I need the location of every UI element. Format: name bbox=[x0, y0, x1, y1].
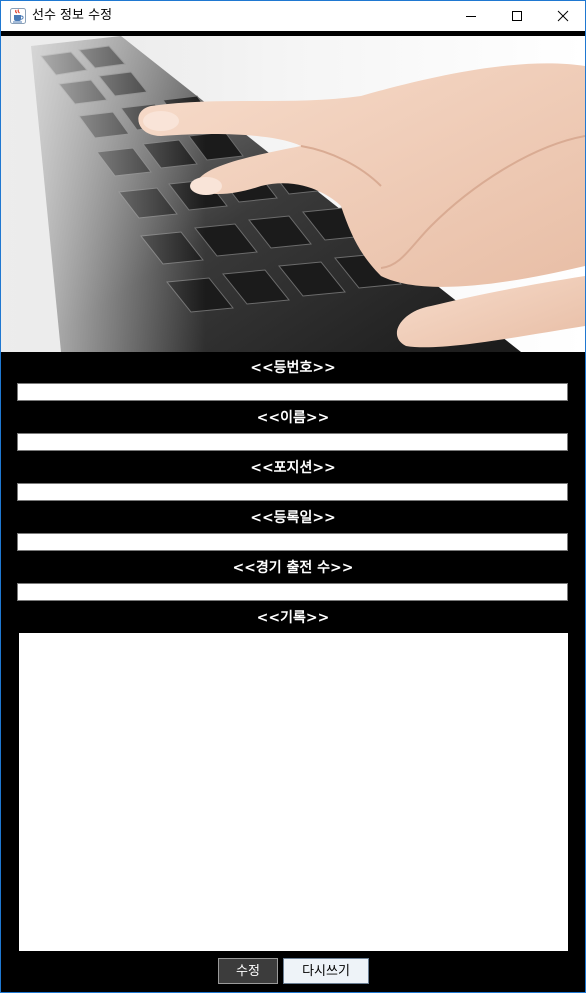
name-field[interactable] bbox=[17, 433, 568, 453]
minimize-button[interactable] bbox=[448, 1, 494, 31]
label-position: <<포지션>> bbox=[250, 460, 336, 476]
close-button[interactable] bbox=[540, 1, 585, 31]
edit-button[interactable]: 수정 bbox=[218, 958, 278, 984]
label-jersey-number: <<등번호>> bbox=[250, 360, 336, 376]
name-input[interactable] bbox=[18, 437, 567, 453]
java-cup-icon bbox=[10, 8, 26, 24]
position-input[interactable] bbox=[18, 487, 567, 503]
maximize-button[interactable] bbox=[494, 1, 540, 31]
close-icon bbox=[557, 10, 569, 22]
window-title: 선수 정보 수정 bbox=[32, 8, 113, 23]
registration-date-input[interactable] bbox=[18, 537, 567, 553]
reset-button[interactable]: 다시쓰기 bbox=[283, 958, 369, 984]
label-name: <<이름>> bbox=[256, 410, 330, 426]
jersey-number-input[interactable] bbox=[18, 387, 567, 403]
record-textarea[interactable] bbox=[19, 633, 568, 951]
label-games-played: <<경기 출전 수>> bbox=[232, 560, 354, 576]
maximize-icon bbox=[512, 11, 522, 21]
games-played-field[interactable] bbox=[17, 583, 568, 603]
label-registration-date: <<등록일>> bbox=[250, 510, 336, 526]
label-record: <<기록>> bbox=[256, 610, 330, 626]
games-played-input[interactable] bbox=[18, 587, 567, 603]
title-bar[interactable]: 선수 정보 수정 bbox=[1, 1, 585, 31]
keyboard-typing-photo bbox=[1, 36, 585, 352]
registration-date-field[interactable] bbox=[17, 533, 568, 553]
jersey-number-field[interactable] bbox=[17, 383, 568, 403]
player-edit-window: 선수 정보 수정 <<등번호>> <<이름>> <<포지션>> <<등록일>> … bbox=[0, 0, 586, 993]
position-field[interactable] bbox=[17, 483, 568, 503]
record-input[interactable] bbox=[19, 633, 568, 951]
minimize-icon bbox=[466, 16, 476, 17]
